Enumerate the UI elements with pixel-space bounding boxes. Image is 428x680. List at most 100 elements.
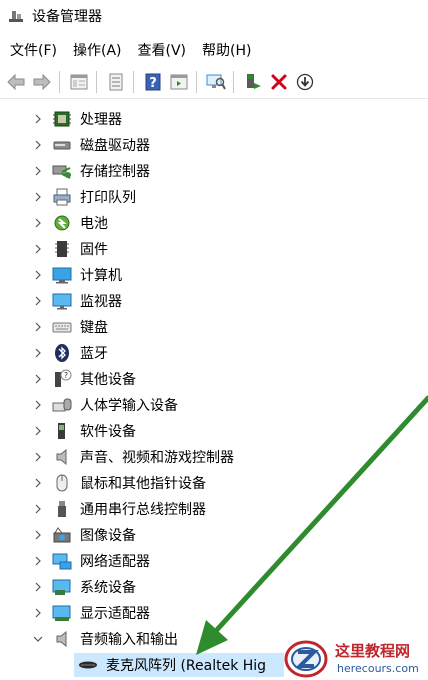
tree-item-label: 监视器 xyxy=(80,294,122,310)
chevron-right-icon[interactable] xyxy=(32,191,44,203)
toolbar-separator xyxy=(233,71,234,93)
chevron-down-icon[interactable] xyxy=(32,633,44,645)
chevron-right-icon[interactable] xyxy=(32,529,44,541)
tree-item[interactable]: 固件 xyxy=(0,236,428,262)
tree-item[interactable]: 显示适配器 xyxy=(0,600,428,626)
tree-item-label: 键盘 xyxy=(80,320,108,336)
download-button[interactable] xyxy=(293,70,317,94)
title-bar: 设备管理器 xyxy=(0,0,428,32)
software-device-icon xyxy=(58,423,65,439)
chevron-right-icon[interactable] xyxy=(32,321,44,333)
back-icon xyxy=(7,74,25,90)
tree-item[interactable]: 计算机 xyxy=(0,262,428,288)
tree-item[interactable]: 电池 xyxy=(0,210,428,236)
tree-item-label: 计算机 xyxy=(80,268,122,284)
tree-item[interactable]: 网络适配器 xyxy=(0,548,428,574)
unknown-device-icon: ? xyxy=(55,369,72,387)
speaker-icon xyxy=(56,448,67,466)
tree-item[interactable]: 声音、视频和游戏控制器 xyxy=(0,444,428,470)
chevron-right-icon[interactable] xyxy=(32,477,44,489)
computer-icon xyxy=(52,267,72,284)
chevron-right-icon[interactable] xyxy=(32,581,44,593)
properties-icon xyxy=(70,74,88,90)
back-button[interactable] xyxy=(4,70,28,94)
monitor-icon xyxy=(52,293,72,310)
tree-item[interactable]: 存储控制器 xyxy=(0,158,428,184)
menu-bar: 文件(F) 操作(A) 查看(V) 帮助(H) xyxy=(0,38,428,62)
chevron-right-icon[interactable] xyxy=(32,503,44,515)
watermark-title: 这里教程网 xyxy=(335,642,411,660)
chevron-right-icon[interactable] xyxy=(32,451,44,463)
tree-item[interactable]: 监视器 xyxy=(0,288,428,314)
tree-item-label: 蓝牙 xyxy=(80,346,108,362)
toolbar-separator xyxy=(96,71,97,93)
microphone-array-icon xyxy=(79,661,97,669)
watermark-logo-icon xyxy=(284,640,328,678)
tree-item[interactable]: ? 其他设备 xyxy=(0,366,428,392)
uninstall-icon xyxy=(271,74,287,90)
tree-item-label: 打印队列 xyxy=(80,190,136,206)
menu-help[interactable]: 帮助(H) xyxy=(196,40,257,60)
tree-item-label: 麦克风阵列 (Realtek Hig xyxy=(106,658,267,674)
device-tree: 处理器磁盘驱动器存储控制器打印队列电池固件计算机监视器键盘蓝牙 ? 其他设备 人体学输… xyxy=(0,106,428,678)
cpu-icon xyxy=(53,111,71,127)
system-icon xyxy=(52,579,71,595)
tree-item-label: 固件 xyxy=(80,242,108,258)
chevron-right-icon[interactable] xyxy=(32,399,44,411)
usb-icon xyxy=(58,501,66,517)
menu-file[interactable]: 文件(F) xyxy=(4,40,63,60)
chevron-right-icon[interactable] xyxy=(32,347,44,359)
menu-view[interactable]: 查看(V) xyxy=(132,40,193,60)
tree-item[interactable]: 键盘 xyxy=(0,314,428,340)
chevron-right-icon[interactable] xyxy=(32,373,44,385)
tree-item[interactable]: 人体学输入设备 xyxy=(0,392,428,418)
tree-item[interactable]: 蓝牙 xyxy=(0,340,428,366)
battery-icon xyxy=(54,215,70,231)
forward-button[interactable] xyxy=(30,70,54,94)
tree-item[interactable]: 磁盘驱动器 xyxy=(0,132,428,158)
tree-item[interactable]: 软件设备 xyxy=(0,418,428,444)
chevron-right-icon[interactable] xyxy=(32,295,44,307)
menu-action[interactable]: 操作(A) xyxy=(67,40,128,60)
svg-text:?: ? xyxy=(149,76,157,91)
chevron-right-icon[interactable] xyxy=(32,139,44,151)
tree-item-label: 处理器 xyxy=(80,112,122,128)
toolbar-separator xyxy=(196,71,197,93)
enable-device-button[interactable] xyxy=(241,70,265,94)
chevron-right-icon[interactable] xyxy=(32,217,44,229)
tree-item[interactable]: 图像设备 xyxy=(0,522,428,548)
tree-item-label: 声音、视频和游戏控制器 xyxy=(80,450,234,466)
scan-icon xyxy=(206,74,226,90)
tree-item-label: 系统设备 xyxy=(80,580,136,596)
help-button[interactable]: ? xyxy=(141,70,165,94)
chevron-right-icon[interactable] xyxy=(32,165,44,177)
tree-item[interactable]: 通用串行总线控制器 xyxy=(0,496,428,522)
display-adapter-icon xyxy=(52,605,71,621)
tree-item-label: 通用串行总线控制器 xyxy=(80,502,206,518)
chevron-right-icon[interactable] xyxy=(32,555,44,567)
help-icon: ? xyxy=(145,73,161,91)
chevron-right-icon[interactable] xyxy=(32,269,44,281)
tree-item[interactable]: 处理器 xyxy=(0,106,428,132)
speaker-icon xyxy=(56,630,67,648)
update-driver-button[interactable] xyxy=(104,70,128,94)
tree-item-label: 鼠标和其他指针设备 xyxy=(80,476,206,492)
properties-button[interactable] xyxy=(67,70,91,94)
tree-item[interactable]: 打印队列 xyxy=(0,184,428,210)
scan-hardware-button[interactable] xyxy=(204,70,228,94)
uninstall-button[interactable] xyxy=(267,70,291,94)
window-title: 设备管理器 xyxy=(32,9,102,25)
forward-icon xyxy=(33,74,51,90)
tree-item[interactable]: 系统设备 xyxy=(0,574,428,600)
tree-item[interactable]: 鼠标和其他指针设备 xyxy=(0,470,428,496)
chevron-right-icon[interactable] xyxy=(32,425,44,437)
watermark: 这里教程网 herecours.com xyxy=(283,638,428,680)
chevron-right-icon[interactable] xyxy=(32,113,44,125)
tree-item-label: 磁盘驱动器 xyxy=(80,138,150,154)
view-button[interactable] xyxy=(167,70,191,94)
chevron-right-icon[interactable] xyxy=(32,243,44,255)
chevron-right-icon[interactable] xyxy=(32,607,44,619)
enable-icon xyxy=(247,74,261,89)
download-icon xyxy=(296,73,314,91)
tree-item-label: 存储控制器 xyxy=(80,164,150,180)
